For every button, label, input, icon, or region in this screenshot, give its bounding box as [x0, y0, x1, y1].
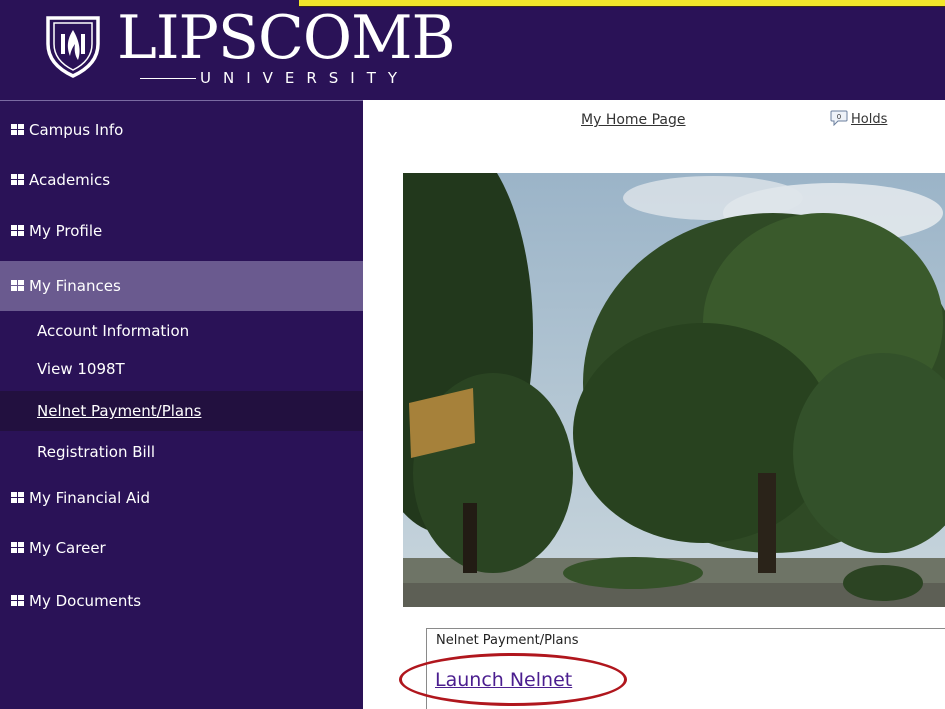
grid-icon	[11, 225, 25, 237]
main-content: My Home Page 0 Holds Nelnet Payment/Plan…	[363, 100, 945, 709]
grid-icon	[11, 492, 25, 504]
sidebar-item-my-financial-aid[interactable]: My Financial Aid	[0, 478, 363, 518]
sidebar-subitem-registration-bill[interactable]: Registration Bill	[0, 436, 363, 468]
tree-photo-image	[403, 173, 945, 607]
sidebar-item-my-documents[interactable]: My Documents	[0, 581, 363, 621]
sidebar-item-label: My Financial Aid	[29, 489, 150, 507]
sidebar-item-my-career[interactable]: My Career	[0, 528, 363, 568]
sidebar-subitem-nelnet-payment-plans[interactable]: Nelnet Payment/Plans	[0, 391, 363, 431]
grid-icon	[11, 174, 25, 186]
sidebar-subitem-label: Registration Bill	[37, 443, 156, 461]
grid-icon	[11, 542, 25, 554]
sidebar-item-my-profile[interactable]: My Profile	[0, 211, 363, 251]
logo-wordmark: LIPSCOMB	[117, 3, 456, 73]
my-home-page-link[interactable]: My Home Page	[581, 112, 686, 128]
grid-icon	[11, 595, 25, 607]
sidebar-item-label: My Finances	[29, 277, 121, 295]
site-header: LIPSCOMB UNIVERSITY	[0, 0, 945, 100]
sidebar-item-campus-info[interactable]: Campus Info	[0, 110, 363, 150]
sidebar-item-label: My Profile	[29, 222, 103, 240]
sidebar-subitem-label: Account Information	[37, 322, 190, 340]
logo-subtitle: UNIVERSITY	[200, 69, 410, 87]
sidebar-nav: Campus Info Academics My Profile My Fina…	[0, 100, 363, 709]
grid-icon	[11, 280, 25, 292]
sidebar-item-label: My Documents	[29, 592, 142, 610]
sidebar-subitem-label: View 1098T	[37, 360, 125, 378]
portal-page: LIPSCOMB UNIVERSITY Campus Info Academic…	[0, 0, 945, 709]
sidebar-item-my-finances[interactable]: My Finances	[0, 261, 363, 311]
grid-icon	[11, 124, 25, 136]
shield-crest-icon	[46, 16, 100, 78]
speech-bubble-icon[interactable]: 0	[830, 110, 848, 126]
sidebar-subitem-label: Nelnet Payment/Plans	[37, 402, 202, 420]
campus-tree-photo	[403, 173, 945, 607]
holds-link[interactable]: Holds	[851, 112, 887, 127]
logo-divider	[140, 78, 196, 79]
sidebar-subitem-account-information[interactable]: Account Information	[0, 315, 363, 347]
sidebar-item-label: My Career	[29, 539, 106, 557]
annotation-circle	[399, 653, 627, 706]
sidebar-subitem-view-1098t[interactable]: View 1098T	[0, 353, 363, 385]
sidebar-item-academics[interactable]: Academics	[0, 160, 363, 200]
sidebar-item-label: Academics	[29, 171, 111, 189]
sidebar-item-label: Campus Info	[29, 121, 124, 139]
holds-count: 0	[837, 113, 841, 121]
panel-title: Nelnet Payment/Plans	[436, 633, 579, 648]
